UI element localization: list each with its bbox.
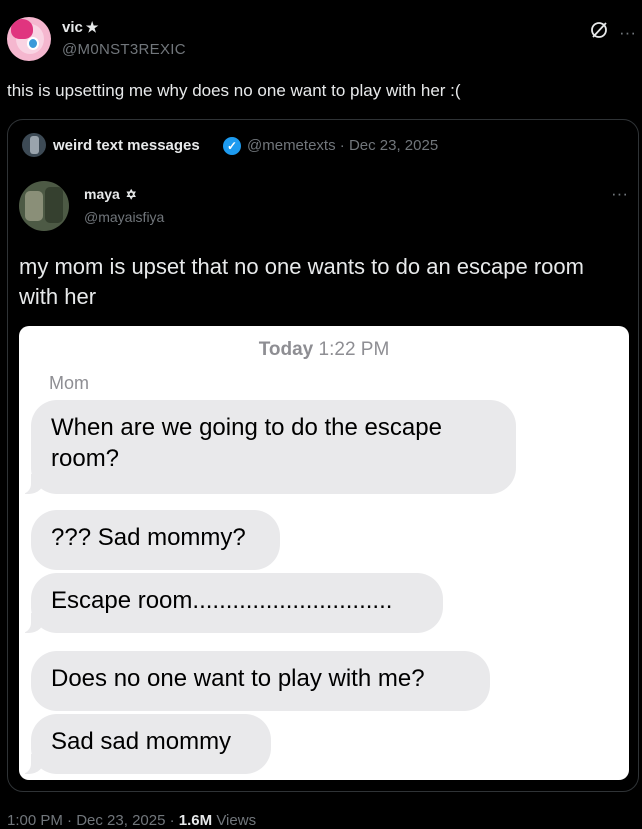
inner-badge: ✡ [125,187,137,202]
message-bubble: ??? Sad mommy? [31,510,280,570]
message-bubble: When are we going to do the escape room? [21,400,516,494]
quoted-meta: @memetexts · Dec 23, 2025 [247,137,438,154]
avatar[interactable] [7,17,51,61]
footer-date[interactable]: Dec 23, 2025 [76,812,165,829]
views-label: Views [216,812,257,829]
grok-icon[interactable] [589,20,609,45]
author-name[interactable]: vic ★ [62,19,98,36]
tweet-text: this is upsetting me why does no one wan… [7,81,461,100]
quoted-handle[interactable]: @memetexts [247,137,336,154]
inner-handle: @mayaisfiya [84,209,165,225]
message-bubble: Does no one want to play with me? [31,651,490,711]
inner-tweet-text: my mom is upset that no one wants to do … [19,254,584,309]
inner-more-icon: ··· [611,184,628,203]
tweet-footer: 1:00 PM · Dec 23, 2025 · 1.6M Views [7,812,257,829]
timestamp-day: Today [258,339,314,360]
sender-label: Mom [49,373,89,393]
message-timestamp: Today 1:22 PM [19,339,629,361]
inner-display-name: maya [84,186,120,202]
inner-avatar [19,181,69,231]
tweet-actions-top: ··· [589,20,636,45]
messages-screenshot[interactable]: Today 1:22 PM Mom When are we going to d… [19,326,629,780]
meta-separator: · [339,137,345,154]
verified-badge-icon: ✓ [223,137,241,155]
avatar-hair [11,19,33,39]
author-handle[interactable]: @M0NST3REXIC [62,41,186,58]
quoted-avatar[interactable] [22,133,46,157]
footer-time[interactable]: 1:00 PM [7,812,63,829]
timestamp-time: 1:22 PM [318,339,390,360]
author-badge: ★ [85,19,99,35]
inner-author-name: maya ✡ [84,186,137,203]
quoted-author-name[interactable]: weird text messages [53,137,200,154]
message-bubble: Sad sad mommy [21,714,271,774]
author-display-name[interactable]: vic [62,19,83,36]
avatar-eye [27,37,39,50]
more-icon[interactable]: ··· [619,23,636,43]
quoted-date[interactable]: Dec 23, 2025 [349,137,438,154]
views-count: 1.6M [178,812,213,829]
message-bubble: Escape room.............................… [21,573,443,633]
